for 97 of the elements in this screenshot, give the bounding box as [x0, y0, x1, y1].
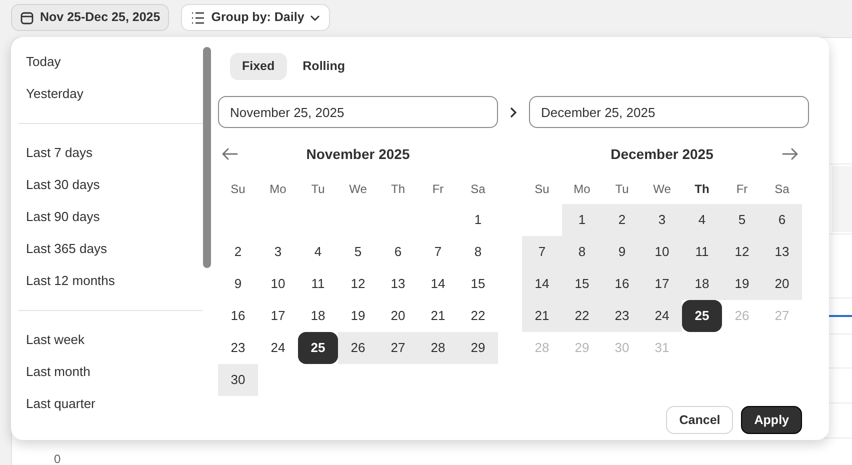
preset-option[interactable]: Last month	[18, 356, 203, 388]
weekday-label: Sa	[774, 181, 790, 198]
calendar-day[interactable]: 2	[218, 236, 258, 268]
weekday-label: Tu	[615, 181, 629, 198]
calendar-day[interactable]: 18	[298, 300, 338, 332]
month-title: November 2025	[305, 144, 411, 164]
calendar-day[interactable]: 11	[682, 236, 722, 268]
calendar-day[interactable]: 29	[458, 332, 498, 364]
chevron-down-icon	[310, 14, 320, 20]
left-arrow-icon[interactable]	[222, 148, 238, 160]
calendar-day[interactable]: 25	[682, 300, 722, 332]
weekday-label: We	[653, 181, 671, 198]
start-date-field[interactable]: November 25, 2025	[218, 96, 498, 128]
calendar-day[interactable]: 17	[642, 268, 682, 300]
month-title: December 2025	[610, 144, 714, 164]
weekday-label: Fr	[736, 181, 748, 198]
cancel-button[interactable]: Cancel	[666, 406, 734, 434]
calendar-day[interactable]: 20	[762, 268, 802, 300]
weekday-label: Th	[694, 181, 710, 198]
end-date-field[interactable]: December 25, 2025	[529, 96, 809, 128]
calendar-day[interactable]: 21	[522, 300, 562, 332]
calendar-day[interactable]: 1	[458, 204, 498, 236]
preset-option[interactable]: Last 90 days	[18, 201, 203, 233]
scrollbar-thumb[interactable]	[203, 47, 211, 268]
calendar-day[interactable]: 19	[722, 268, 762, 300]
calendar-day[interactable]: 10	[642, 236, 682, 268]
weekday-label: Su	[230, 181, 246, 198]
calendar-day[interactable]: 13	[378, 268, 418, 300]
calendar-day[interactable]: 28	[418, 332, 458, 364]
calendar-day[interactable]: 8	[562, 236, 602, 268]
calendar-day[interactable]: 16	[218, 300, 258, 332]
mode-tab[interactable]: Rolling	[290, 53, 358, 80]
calendar-day[interactable]: 24	[258, 332, 298, 364]
preset-option[interactable]: Last 30 days	[18, 169, 203, 201]
preset-option[interactable]: Last quarter	[18, 388, 203, 420]
preset-option[interactable]: Last 7 days	[18, 137, 203, 169]
right-arrow-icon[interactable]	[782, 148, 798, 160]
calendar-day[interactable]: 1	[562, 204, 602, 236]
weekday-label: Mo	[270, 181, 286, 198]
calendar-day[interactable]: 7	[522, 236, 562, 268]
group-by-button[interactable]: Group by: Daily	[181, 4, 330, 31]
calendar-day[interactable]: 5	[338, 236, 378, 268]
preset-option[interactable]: Yesterday	[18, 78, 203, 110]
calendar-day[interactable]: 10	[258, 268, 298, 300]
calendar-day[interactable]: 3	[258, 236, 298, 268]
calendar-day[interactable]: 26	[338, 332, 378, 364]
calendar-day[interactable]: 3	[642, 204, 682, 236]
weekday-label: Mo	[574, 181, 590, 198]
calendar-day[interactable]: 21	[418, 300, 458, 332]
calendar-day[interactable]: 25	[298, 332, 338, 364]
calendar-day[interactable]: 14	[418, 268, 458, 300]
weekday-label: We	[349, 181, 367, 198]
calendar-day[interactable]: 22	[458, 300, 498, 332]
calendar-day[interactable]: 23	[218, 332, 258, 364]
mode-tab[interactable]: Fixed	[230, 53, 287, 80]
calendar-day[interactable]: 19	[338, 300, 378, 332]
calendar-day[interactable]: 2	[602, 204, 642, 236]
axis-label: 0	[54, 451, 61, 465]
preset-option[interactable]: Last week	[18, 324, 203, 356]
preset-option[interactable]: Last 12 months	[18, 265, 203, 297]
calendar-day[interactable]: 6	[762, 204, 802, 236]
weekday-label: Sa	[470, 181, 486, 198]
preset-option[interactable]: Today	[18, 46, 203, 78]
date-range-button[interactable]: Nov 25-Dec 25, 2025	[11, 4, 170, 31]
calendar-day[interactable]: 12	[722, 236, 762, 268]
calendar-day[interactable]: 7	[418, 236, 458, 268]
weekday-label: Fr	[432, 181, 444, 198]
calendar-day[interactable]: 4	[298, 236, 338, 268]
calendar-day[interactable]: 20	[378, 300, 418, 332]
calendar-day[interactable]: 16	[602, 268, 642, 300]
calendar-day[interactable]: 27	[378, 332, 418, 364]
calendar-day[interactable]: 17	[258, 300, 298, 332]
calendar-day[interactable]: 11	[298, 268, 338, 300]
calendar-day[interactable]: 22	[562, 300, 602, 332]
calendar-day[interactable]: 4	[682, 204, 722, 236]
weekday-label: Su	[534, 181, 550, 198]
calendar-day[interactable]: 23	[602, 300, 642, 332]
calendar-icon	[20, 10, 34, 24]
weekday-label: Th	[390, 181, 405, 198]
calendar-day[interactable]: 9	[218, 268, 258, 300]
calendar-day[interactable]: 15	[458, 268, 498, 300]
list-icon	[191, 12, 206, 24]
calendar-day[interactable]: 5	[722, 204, 762, 236]
preset-option[interactable]: Last 365 days	[18, 233, 203, 265]
calendar-day[interactable]: 12	[338, 268, 378, 300]
calendar-day[interactable]: 9	[602, 236, 642, 268]
calendar-day[interactable]: 6	[378, 236, 418, 268]
calendar-day[interactable]: 15	[562, 268, 602, 300]
calendar-day[interactable]: 18	[682, 268, 722, 300]
calendar-day[interactable]: 8	[458, 236, 498, 268]
chevron-right-icon	[510, 106, 517, 118]
calendar-day[interactable]: 30	[218, 364, 258, 396]
calendar-day[interactable]: 13	[762, 236, 802, 268]
calendar-day[interactable]: 14	[522, 268, 562, 300]
weekday-label: Tu	[311, 181, 325, 198]
calendar-day[interactable]: 24	[642, 300, 682, 332]
apply-button[interactable]: Apply	[741, 406, 802, 434]
